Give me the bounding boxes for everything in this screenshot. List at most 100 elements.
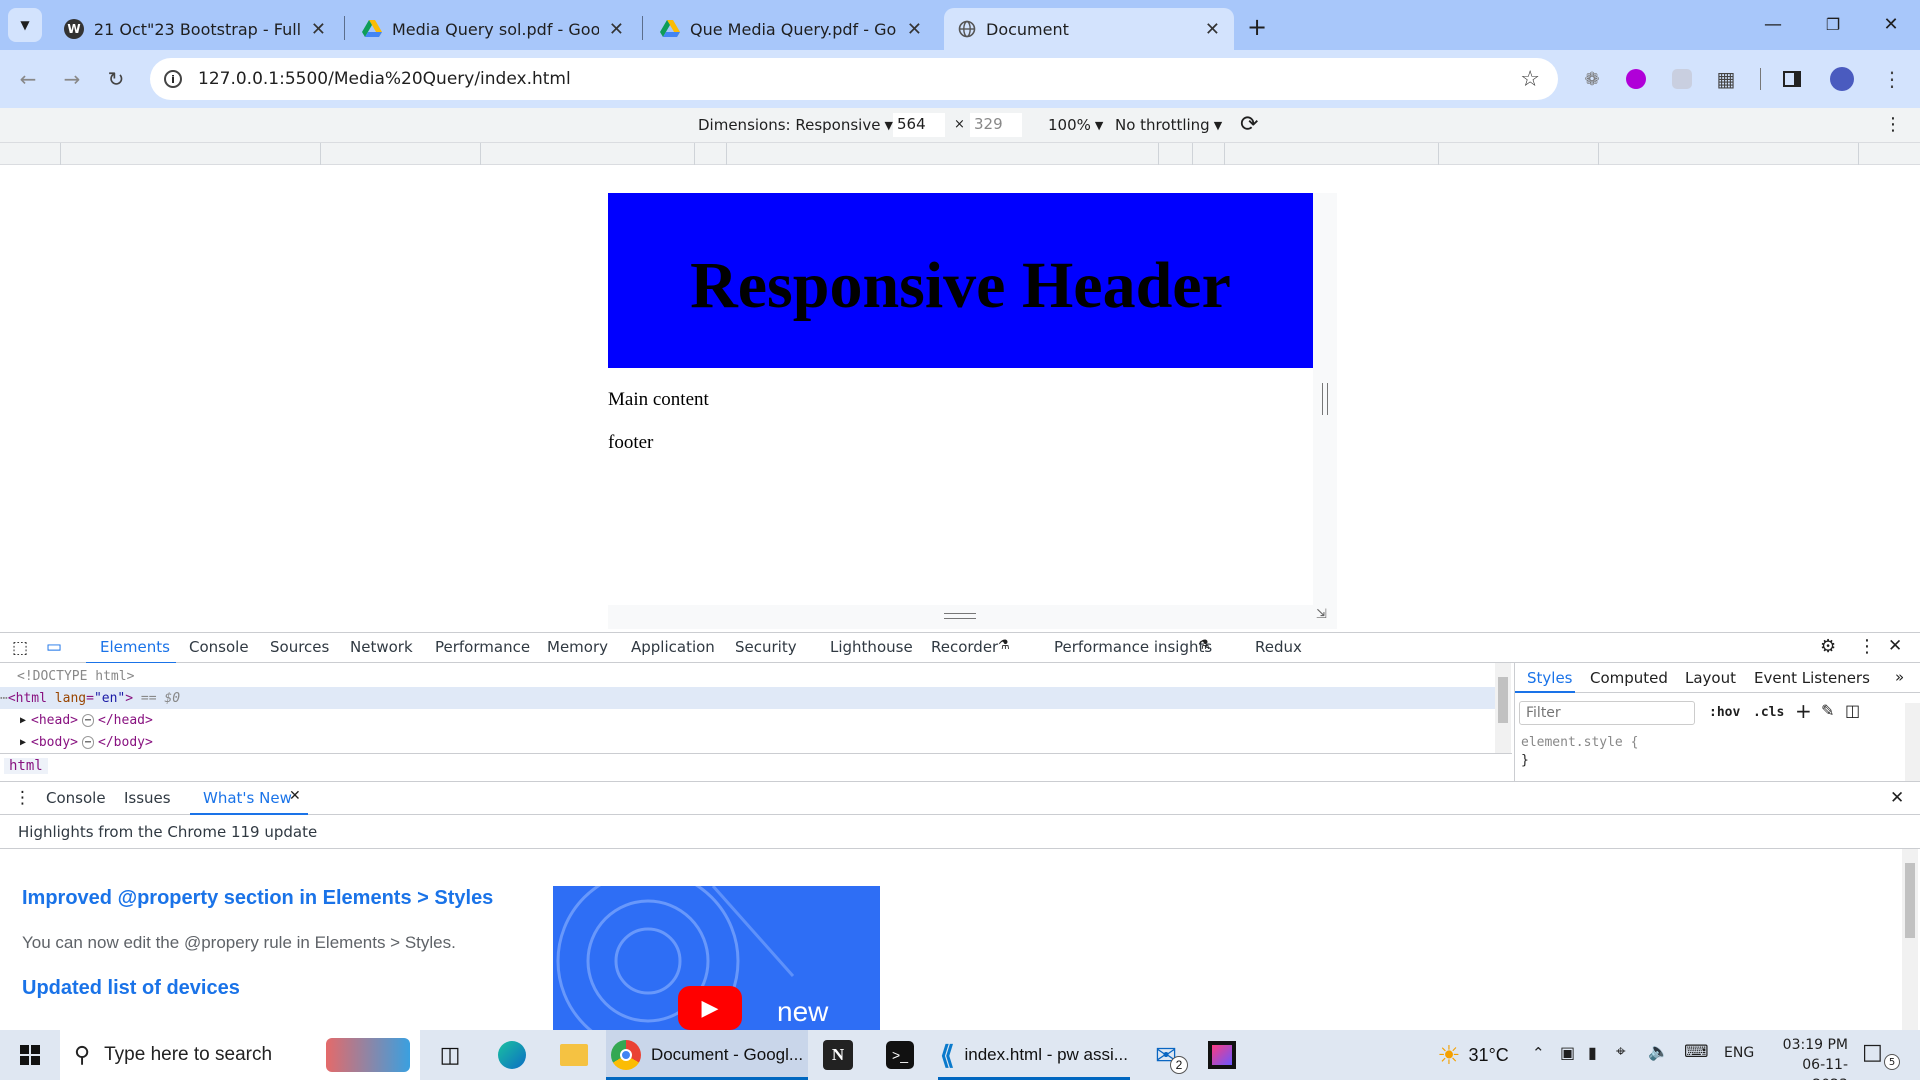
extension-gray-button[interactable]: [1666, 63, 1698, 95]
width-input[interactable]: 564: [893, 113, 945, 137]
minimize-button[interactable]: —: [1750, 0, 1796, 48]
close-devtools-icon[interactable]: ✕: [1888, 636, 1902, 656]
tab-performance-insights[interactable]: Performance insights: [1054, 638, 1212, 656]
ellipsis-badge[interactable]: ⋯: [82, 735, 95, 749]
extension-purple-button[interactable]: [1620, 63, 1652, 95]
intellij-app[interactable]: [1200, 1030, 1244, 1080]
expand-triangle-icon[interactable]: ▶: [20, 737, 26, 748]
tab-layout[interactable]: Layout: [1685, 669, 1736, 687]
terminal-app[interactable]: >_: [878, 1030, 922, 1080]
tab-console[interactable]: Console: [189, 638, 249, 656]
side-panel-button[interactable]: [1776, 63, 1808, 95]
styles-scrollbar[interactable]: [1905, 703, 1920, 781]
head-node[interactable]: ▶ <head> ⋯ </head>: [0, 709, 1495, 731]
browser-tab-4-active[interactable]: Document ✕: [944, 8, 1234, 50]
tab-styles[interactable]: Styles: [1527, 669, 1573, 687]
battery-icon[interactable]: ▮: [1588, 1043, 1597, 1062]
wifi-icon[interactable]: ⌖: [1616, 1042, 1626, 1062]
close-icon[interactable]: ✕: [907, 19, 922, 40]
tab-computed[interactable]: Computed: [1590, 669, 1668, 687]
tab-performance[interactable]: Performance: [435, 638, 530, 656]
doctype-node[interactable]: <!DOCTYPE html>: [0, 665, 1495, 687]
breadcrumb-html[interactable]: html: [4, 758, 48, 774]
rotate-button[interactable]: ⟳: [1240, 113, 1264, 137]
language-indicator[interactable]: ENG: [1724, 1045, 1754, 1061]
drawer-tab-issues[interactable]: Issues: [124, 789, 171, 807]
expand-triangle-icon[interactable]: ▶: [20, 715, 26, 726]
throttling-dropdown[interactable]: No throttling ▼: [1115, 116, 1222, 134]
close-icon[interactable]: ✕: [609, 19, 624, 40]
elements-scrollbar[interactable]: [1495, 663, 1511, 753]
media-query-bar[interactable]: [0, 143, 1920, 165]
browser-tab-2[interactable]: Media Query sol.pdf - Google ✕: [348, 8, 638, 50]
chevron-up-icon[interactable]: ⌃: [1532, 1044, 1545, 1062]
chrome-taskbar-item[interactable]: Document - Googl...: [606, 1030, 808, 1080]
new-tab-button[interactable]: +: [1242, 12, 1272, 42]
tab-security[interactable]: Security: [735, 638, 797, 656]
youtube-play-icon[interactable]: ▶: [678, 986, 742, 1030]
task-view-button[interactable]: ◫: [428, 1030, 472, 1080]
browser-tab-1[interactable]: W 21 Oct"23 Bootstrap - Full Stac ✕: [50, 8, 340, 50]
tab-application[interactable]: Application: [631, 638, 715, 656]
whats-new-heading-property[interactable]: Improved @property section in Elements >…: [22, 887, 493, 910]
chrome-menu-button[interactable]: ⋮: [1876, 63, 1908, 95]
restore-button[interactable]: ❐: [1810, 0, 1856, 48]
close-drawer-icon[interactable]: ✕: [1890, 788, 1904, 808]
volume-icon[interactable]: 🔈: [1648, 1042, 1669, 1062]
tab-lighthouse[interactable]: Lighthouse: [830, 638, 913, 656]
edge-app[interactable]: [490, 1030, 534, 1080]
tab-search-button[interactable]: ▼: [8, 8, 42, 42]
profile-button[interactable]: [1826, 63, 1858, 95]
drawer-tab-whats-new[interactable]: What's New: [203, 789, 292, 807]
whats-new-heading-devices[interactable]: Updated list of devices: [22, 977, 240, 1000]
device-toolbar-menu[interactable]: ⋮: [1884, 114, 1902, 135]
corner-resize-icon[interactable]: ⇲: [1316, 607, 1327, 622]
kebab-menu-icon[interactable]: ⋮: [1858, 636, 1876, 657]
extension-bug-button[interactable]: ❁: [1576, 63, 1608, 95]
forward-button[interactable]: →: [56, 63, 88, 95]
zoom-dropdown[interactable]: 100% ▼: [1048, 116, 1103, 134]
start-button[interactable]: [0, 1030, 60, 1080]
settings-gear-icon[interactable]: ⚙: [1820, 636, 1836, 657]
browser-tab-3[interactable]: Que Media Query.pdf - Googl ✕: [646, 8, 936, 50]
meet-now-icon[interactable]: ▣: [1560, 1043, 1575, 1062]
back-button[interactable]: ←: [12, 63, 44, 95]
styles-filter-input[interactable]: [1519, 701, 1695, 725]
taskbar-search-box[interactable]: ⚲ Type here to search: [60, 1030, 420, 1080]
notion-app[interactable]: N: [816, 1030, 860, 1080]
dimensions-dropdown[interactable]: Dimensions: Responsive ▼: [698, 116, 893, 134]
keyboard-icon[interactable]: ⌨: [1684, 1042, 1709, 1062]
hov-toggle[interactable]: :hov: [1709, 705, 1740, 720]
address-bar[interactable]: i 127.0.0.1:5500/Media%20Query/index.htm…: [150, 58, 1558, 100]
mail-app[interactable]: ✉ 2: [1142, 1030, 1190, 1080]
tab-redux[interactable]: Redux: [1255, 638, 1302, 656]
weather-widget[interactable]: ☀ 31°C: [1418, 1030, 1528, 1080]
reload-button[interactable]: ↻: [100, 63, 132, 95]
close-icon[interactable]: ✕: [289, 788, 301, 804]
close-icon[interactable]: ✕: [311, 19, 326, 40]
drawer-tab-console[interactable]: Console: [46, 789, 106, 807]
tab-memory[interactable]: Memory: [547, 638, 608, 656]
bottom-resize-handle[interactable]: ⇲: [608, 605, 1337, 629]
ellipsis-badge[interactable]: ⋯: [82, 713, 95, 727]
cls-toggle[interactable]: .cls: [1753, 705, 1784, 720]
sidebar-toggle-icon[interactable]: ◫: [1845, 701, 1860, 720]
close-window-button[interactable]: ✕: [1868, 0, 1914, 48]
html-node-selected[interactable]: ⋯ < html lang = "en" > == $0: [0, 687, 1495, 709]
device-toggle-icon[interactable]: ▭: [46, 637, 62, 657]
drawer-menu-icon[interactable]: ⋮: [14, 788, 31, 808]
extensions-button[interactable]: ▦: [1710, 63, 1742, 95]
vscode-taskbar-item[interactable]: ⟪ index.html - pw assi...: [938, 1030, 1130, 1080]
whats-new-scrollbar[interactable]: [1902, 849, 1918, 1030]
body-node[interactable]: ▶ <body> ⋯ </body>: [0, 731, 1495, 753]
star-icon[interactable]: ☆: [1520, 67, 1540, 92]
more-tabs-icon[interactable]: »: [1895, 668, 1904, 686]
tab-network[interactable]: Network: [350, 638, 413, 656]
inspect-element-icon[interactable]: ⬚: [12, 638, 28, 658]
tab-sources[interactable]: Sources: [270, 638, 329, 656]
whats-new-video-thumbnail[interactable]: ▶ new: [553, 886, 880, 1030]
tab-recorder[interactable]: Recorder: [931, 638, 998, 656]
file-explorer-app[interactable]: [552, 1030, 596, 1080]
element-style-rule[interactable]: element.style {: [1521, 735, 1638, 750]
paint-brush-icon[interactable]: ✎: [1821, 701, 1834, 720]
